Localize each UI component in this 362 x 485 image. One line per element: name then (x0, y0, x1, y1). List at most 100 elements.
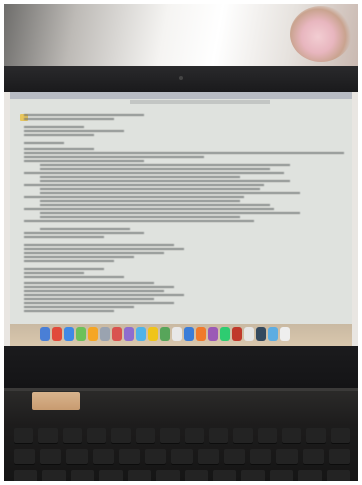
keyboard-key[interactable] (62, 428, 83, 444)
keyboard-key[interactable] (38, 428, 58, 444)
keyboard-key[interactable] (250, 449, 272, 465)
text-line (24, 148, 94, 150)
dock-app-icon[interactable] (88, 327, 98, 341)
keyboard-key[interactable] (241, 470, 265, 481)
dock-app-icon[interactable] (172, 327, 182, 341)
text-line (24, 306, 134, 308)
keyboard-key[interactable] (87, 428, 107, 444)
dock-app-icon[interactable] (52, 327, 62, 341)
keyboard-key[interactable] (223, 449, 246, 465)
dock-app-icon[interactable] (136, 327, 146, 341)
keyboard-key[interactable] (269, 470, 294, 481)
text-line (24, 256, 134, 258)
keyboard-key[interactable] (257, 428, 277, 444)
laptop-screen (10, 92, 352, 324)
dock-app-icon[interactable] (148, 327, 158, 341)
keyboard-key[interactable] (276, 449, 298, 465)
dock-app-icon[interactable] (100, 327, 110, 341)
dock-app-icon[interactable] (196, 327, 206, 341)
dock-app-icon[interactable] (64, 327, 74, 341)
laptop-hinge (4, 388, 358, 391)
text-line (24, 302, 174, 304)
keyboard-key[interactable] (212, 470, 237, 481)
keyboard-key[interactable] (118, 449, 141, 465)
text-line (24, 232, 144, 234)
keyboard-key[interactable] (156, 470, 180, 481)
keyboard-key[interactable] (326, 470, 351, 481)
text-line (24, 272, 84, 274)
dock-app-icon[interactable] (40, 327, 50, 341)
keyboard-key[interactable] (127, 470, 152, 481)
keyboard-key[interactable] (145, 449, 167, 465)
keyboard-key[interactable] (184, 470, 208, 481)
text-line (24, 172, 284, 174)
dock-app-icon[interactable] (220, 327, 230, 341)
keyboard-key[interactable] (184, 428, 204, 444)
text-line (24, 184, 264, 186)
keyboard-key[interactable] (306, 428, 326, 444)
keyboard-key[interactable] (66, 449, 88, 465)
laptop-sticker (32, 392, 80, 410)
keyboard-key[interactable] (302, 449, 324, 465)
dock-app-icon[interactable] (244, 327, 254, 341)
keyboard-key[interactable] (160, 428, 180, 444)
keyboard-key[interactable] (92, 449, 114, 465)
text-line (24, 268, 104, 270)
text-line (40, 204, 270, 206)
text-line (24, 286, 174, 288)
text-line (40, 212, 300, 214)
dock-app-icon[interactable] (280, 327, 290, 341)
keyboard-key[interactable] (111, 428, 131, 444)
keyboard-key[interactable] (40, 449, 62, 465)
keyboard-key[interactable] (135, 428, 156, 444)
dock-app-icon[interactable] (124, 327, 134, 341)
dock-app-icon[interactable] (160, 327, 170, 341)
text-line (24, 260, 114, 262)
text-line (24, 236, 104, 238)
keyboard-key[interactable] (197, 449, 219, 465)
dock-app-icon[interactable] (232, 327, 242, 341)
dock-app-icon[interactable] (268, 327, 278, 341)
text-line (24, 142, 64, 144)
flower-decoration (290, 6, 352, 62)
text-line (40, 176, 240, 178)
dock-icon-row (40, 327, 290, 343)
keyboard-key[interactable] (171, 449, 193, 465)
laptop-bottom-bezel (4, 346, 358, 388)
dock-app-icon[interactable] (184, 327, 194, 341)
text-line (24, 114, 144, 116)
text-line (40, 228, 130, 230)
webcam-icon (179, 76, 183, 80)
text-line (24, 196, 244, 198)
keyboard-key[interactable] (298, 470, 322, 481)
keyboard-key[interactable] (99, 470, 123, 481)
keyboard-key[interactable] (70, 470, 95, 481)
keyboard-key[interactable] (330, 428, 351, 444)
keyboard-key[interactable] (42, 470, 66, 481)
keyboard-key[interactable] (281, 428, 302, 444)
text-line (40, 200, 240, 202)
text-line (24, 276, 124, 278)
text-line (24, 282, 154, 284)
text-line (24, 244, 174, 246)
text-line (24, 152, 344, 154)
keyboard-row (14, 449, 351, 465)
keyboard-key[interactable] (233, 428, 253, 444)
text-line (40, 164, 290, 166)
dock-app-icon[interactable] (256, 327, 266, 341)
text-line (24, 126, 84, 128)
keyboard-key[interactable] (208, 428, 229, 444)
text-line (24, 310, 114, 312)
keyboard-key[interactable] (14, 449, 36, 465)
text-line (40, 216, 240, 218)
keyboard-key[interactable] (14, 428, 34, 444)
keyboard-key[interactable] (328, 449, 351, 465)
dock-app-icon[interactable] (76, 327, 86, 341)
text-line (24, 156, 204, 158)
keyboard-key[interactable] (14, 470, 38, 481)
text-line (24, 290, 164, 292)
dock-app-icon[interactable] (112, 327, 122, 341)
keyboard-row (14, 470, 351, 481)
dock-app-icon[interactable] (208, 327, 218, 341)
text-line (24, 118, 114, 120)
